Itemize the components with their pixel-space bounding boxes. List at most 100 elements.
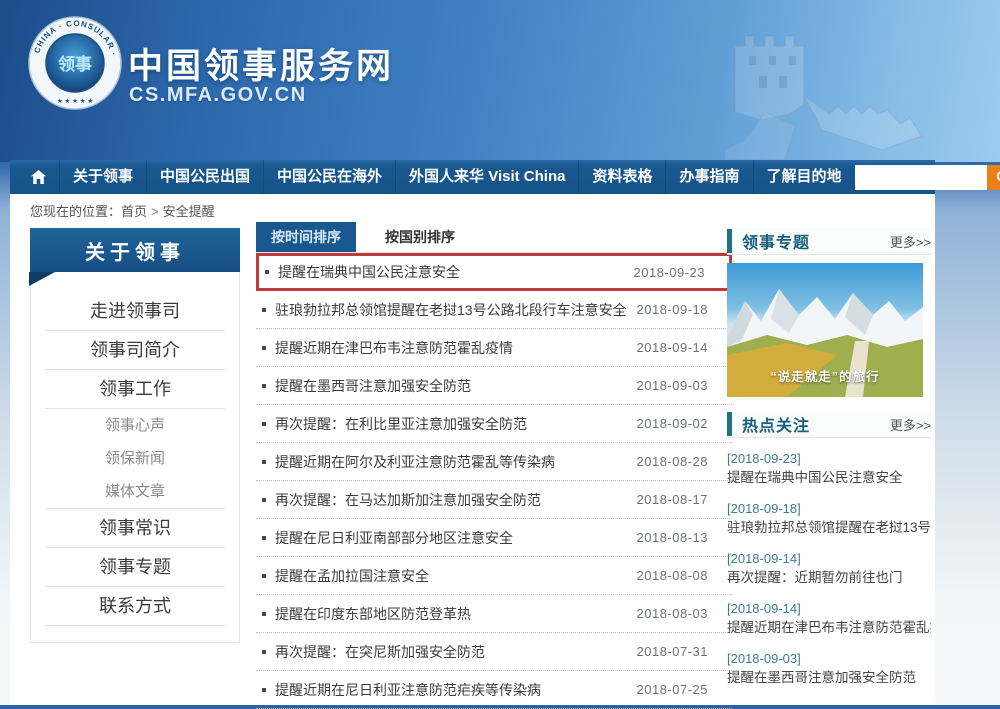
hot-item-title[interactable]: 提醒在墨西哥注意加强安全防范: [727, 668, 931, 688]
article-date: 2018-09-02: [637, 416, 733, 431]
hot-list: [2018-09-23] 提醒在瑞典中国公民注意安全 [2018-09-18] …: [727, 449, 931, 688]
breadcrumb-separator: >: [151, 204, 159, 219]
article-title[interactable]: 再次提醒：在马达加斯加注意加强安全防范: [275, 490, 541, 510]
article-row[interactable]: 提醒在墨西哥注意加强安全防范 2018-09-03: [256, 367, 732, 405]
content-panel: 您现在的位置：首页>安全提醒 关于领事 走进领事司 领事司简介 领事工作 领事心…: [10, 194, 935, 705]
topics-more-link[interactable]: 更多>>: [890, 232, 931, 251]
article-date: 2018-09-03: [637, 378, 733, 393]
article-row[interactable]: 提醒近期在阿尔及利亚注意防范霍乱等传染病 2018-08-28: [256, 443, 732, 481]
tab-sort-by-time[interactable]: 按时间排序: [256, 222, 356, 252]
bullet-icon: [262, 574, 266, 578]
article-title[interactable]: 提醒在印度东部地区防范登革热: [275, 604, 471, 624]
sidebar-item-knowledge[interactable]: 领事常识: [45, 509, 225, 548]
hot-item[interactable]: [2018-09-14] 提醒近期在津巴布韦注意防范霍乱疫情: [727, 599, 931, 638]
sidebar-item-media-articles[interactable]: 媒体文章: [45, 475, 225, 509]
logo-center-text: 领事: [58, 54, 92, 74]
article-date: 2018-08-17: [637, 492, 733, 507]
breadcrumb-label: 您现在的位置：: [30, 204, 121, 219]
article-row[interactable]: 再次提醒：在突尼斯加强安全防范 2018-07-31: [256, 633, 732, 671]
nav-item-visit-china[interactable]: 外国人来华 Visit China: [395, 160, 578, 194]
article-row[interactable]: 提醒在孟加拉国注意安全 2018-08-08: [256, 557, 732, 595]
search-button[interactable]: [987, 165, 1000, 190]
nav-home-button[interactable]: [24, 169, 59, 185]
article-row[interactable]: 提醒近期在津巴布韦注意防范霍乱疫情 2018-09-14: [256, 329, 732, 367]
article-date: 2018-08-03: [637, 606, 733, 621]
nav-item-about[interactable]: 关于领事: [59, 160, 146, 194]
hot-item[interactable]: [2018-09-18] 驻琅勃拉邦总领馆提醒在老挝13号公路…: [727, 499, 931, 538]
breadcrumb-home-link[interactable]: 首页: [121, 204, 147, 219]
sidebar-item-topics[interactable]: 领事专题: [45, 548, 225, 587]
hot-more-link[interactable]: 更多>>: [890, 415, 931, 434]
sidebar-item-enter-consular[interactable]: 走进领事司: [45, 292, 225, 331]
article-list-section: 按时间排序 按国别排序 提醒在瑞典中国公民注意安全 2018-09-23 驻琅勃…: [256, 222, 732, 709]
article-row[interactable]: 提醒在瑞典中国公民注意安全 2018-09-23: [259, 256, 729, 288]
topics-title: 领事专题: [742, 229, 810, 253]
article-title[interactable]: 提醒在孟加拉国注意安全: [275, 566, 429, 586]
nav-item-citizens-overseas[interactable]: 中国公民在海外: [263, 160, 395, 194]
sidebar-item-contact[interactable]: 联系方式: [45, 587, 225, 626]
topic-image[interactable]: “说走就走”的旅行: [727, 263, 923, 397]
hot-item[interactable]: [2018-09-23] 提醒在瑞典中国公民注意安全: [727, 449, 931, 488]
hot-section-header: 热点关注 更多>>: [727, 411, 931, 438]
bullet-icon: [262, 498, 266, 502]
article-title[interactable]: 提醒在尼日利亚南部部分地区注意安全: [275, 528, 513, 548]
article-row[interactable]: 再次提醒：在利比里亚注意加强安全防范 2018-09-02: [256, 405, 732, 443]
bullet-icon: [262, 536, 266, 540]
article-title[interactable]: 提醒近期在尼日利亚注意防范疟疾等传染病: [275, 680, 541, 700]
article-row[interactable]: 提醒近期在尼日利亚注意防范疟疾等传染病 2018-07-25: [256, 671, 732, 709]
search-input[interactable]: [855, 165, 987, 190]
hot-item-title[interactable]: 提醒近期在津巴布韦注意防范霍乱疫情: [727, 618, 931, 638]
section-accent-bar: [727, 229, 732, 253]
home-icon: [30, 169, 47, 185]
sidebar-banner: 关于领事: [30, 228, 240, 272]
article-date: 2018-08-13: [637, 530, 733, 545]
article-title[interactable]: 提醒近期在阿尔及利亚注意防范霍乱等传染病: [275, 452, 555, 472]
hot-item-date: [2018-09-18]: [727, 499, 931, 518]
hot-item[interactable]: [2018-09-14] 再次提醒：近期暂勿前往也门: [727, 549, 931, 588]
nav-item-guide[interactable]: 办事指南: [665, 160, 752, 194]
article-date: 2018-07-25: [637, 682, 733, 697]
bullet-icon: [262, 650, 266, 654]
article-date: 2018-08-08: [637, 568, 733, 583]
article-row[interactable]: 驻琅勃拉邦总领馆提醒在老挝13号公路北段行车注意安全 2018-09-18: [256, 291, 732, 329]
hot-item-date: [2018-09-23]: [727, 449, 931, 468]
article-row[interactable]: 提醒在尼日利亚南部部分地区注意安全 2018-08-13: [256, 519, 732, 557]
article-date: 2018-09-23: [634, 265, 730, 280]
article-row[interactable]: 再次提醒：在马达加斯加注意加强安全防范 2018-08-17: [256, 481, 732, 519]
topics-section-header: 领事专题 更多>>: [727, 228, 931, 255]
right-column: 领事专题 更多>> “说走就走”的旅行 热点关注 更多>> [2018-09-2…: [727, 228, 931, 688]
main-navbar: 关于领事 中国公民出国 中国公民在海外 外国人来华 Visit China 资料…: [10, 160, 935, 194]
bullet-icon: [262, 460, 266, 464]
article-title[interactable]: 再次提醒：在利比里亚注意加强安全防范: [275, 414, 527, 434]
site-logo: CHINA · CONSULAR · AFFAIRS ★ ★ ★ ★ ★ 领事: [28, 16, 122, 110]
article-title[interactable]: 提醒在瑞典中国公民注意安全: [278, 262, 460, 282]
highlight-box: 提醒在瑞典中国公民注意安全 2018-09-23: [256, 253, 732, 291]
site-header: CHINA · CONSULAR · AFFAIRS ★ ★ ★ ★ ★ 领事 …: [0, 0, 1000, 162]
hot-item-title[interactable]: 提醒在瑞典中国公民注意安全: [727, 468, 931, 488]
sort-tabbar: 按时间排序 按国别排序: [256, 222, 732, 253]
hot-item-title[interactable]: 再次提醒：近期暂勿前往也门: [727, 568, 931, 588]
hot-item-title[interactable]: 驻琅勃拉邦总领馆提醒在老挝13号公路…: [727, 518, 931, 538]
nav-item-destinations[interactable]: 了解目的地: [753, 160, 855, 194]
article-date: 2018-09-18: [637, 302, 733, 317]
bullet-icon: [262, 612, 266, 616]
great-wall-illustration: [705, 0, 975, 160]
article-title[interactable]: 提醒近期在津巴布韦注意防范霍乱疫情: [275, 338, 513, 358]
article-title[interactable]: 再次提醒：在突尼斯加强安全防范: [275, 642, 485, 662]
sidebar-item-voice[interactable]: 领事心声: [31, 409, 239, 442]
site-title: 中国领事服务网: [128, 38, 394, 89]
sidebar-item-work[interactable]: 领事工作: [45, 370, 225, 409]
logo-stars: ★ ★ ★ ★ ★: [57, 98, 94, 105]
hot-item-date: [2018-09-03]: [727, 649, 931, 668]
search-icon: [996, 170, 1000, 185]
nav-item-forms[interactable]: 资料表格: [578, 160, 665, 194]
hot-item[interactable]: [2018-09-03] 提醒在墨西哥注意加强安全防范: [727, 649, 931, 688]
tab-sort-by-country[interactable]: 按国别排序: [370, 222, 470, 252]
article-title[interactable]: 驻琅勃拉邦总领馆提醒在老挝13号公路北段行车注意安全: [275, 300, 627, 320]
breadcrumb: 您现在的位置：首页>安全提醒: [30, 201, 215, 220]
sidebar-item-protection-news[interactable]: 领保新闻: [31, 442, 239, 475]
sidebar-item-intro[interactable]: 领事司简介: [45, 331, 225, 370]
article-title[interactable]: 提醒在墨西哥注意加强安全防范: [275, 376, 471, 396]
article-row[interactable]: 提醒在印度东部地区防范登革热 2018-08-03: [256, 595, 732, 633]
nav-item-citizens-abroad-going[interactable]: 中国公民出国: [146, 160, 263, 194]
